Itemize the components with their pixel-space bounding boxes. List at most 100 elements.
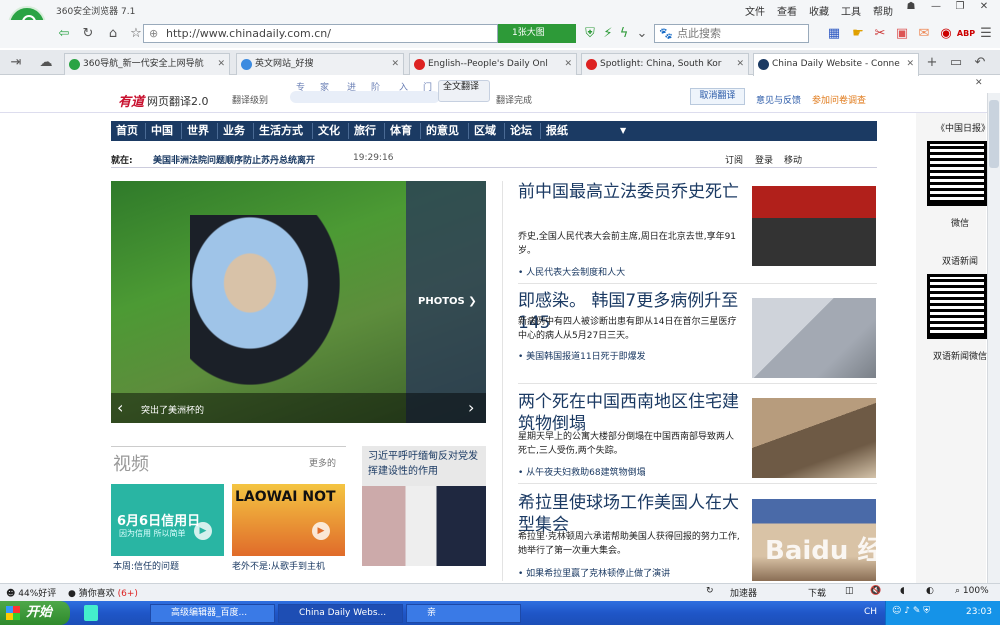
sidebar-toggle-icon[interactable]: ⇥: [6, 54, 26, 72]
mail-icon[interactable]: ✉: [914, 25, 934, 43]
dropdown-chevron-icon[interactable]: ⌄: [632, 25, 652, 43]
minimize-button[interactable]: —: [928, 1, 944, 16]
image-badge-button[interactable]: 1张大图: [498, 24, 576, 43]
story1-photo[interactable]: [752, 186, 876, 266]
nav-more-chevron-icon[interactable]: ▼: [620, 121, 626, 141]
language-indicator[interactable]: CH: [864, 607, 877, 617]
address-input[interactable]: http://www.chinadaily.com.cn/: [143, 24, 498, 43]
level-option[interactable]: 阶: [371, 80, 381, 93]
new-tab-icon[interactable]: +: [922, 54, 942, 72]
history-icon[interactable]: ↻: [706, 586, 714, 596]
quicklaunch-icon[interactable]: [84, 605, 98, 621]
rating-status[interactable]: ☻ 44%好评: [6, 586, 56, 599]
apps-grid-icon[interactable]: ▦: [824, 25, 844, 43]
feedback-link[interactable]: 意见与反馈: [756, 93, 801, 106]
scissors-icon[interactable]: ✂: [870, 25, 890, 43]
menu-view[interactable]: 查看: [777, 3, 797, 18]
accelerator-status[interactable]: 加速器: [730, 586, 757, 599]
tab-haosou[interactable]: 英文网站_好搜 ✕: [236, 53, 404, 75]
skin-icon[interactable]: ☗: [903, 1, 919, 16]
security-icon[interactable]: ◉: [936, 25, 956, 43]
nav-forum[interactable]: 论坛: [510, 121, 532, 141]
story1-link[interactable]: • 人民代表大会制度和人大: [518, 265, 625, 278]
tab-360-nav[interactable]: 360导航_新一代安全上网导航 ✕: [64, 53, 230, 75]
search-input[interactable]: 点此搜索: [654, 24, 809, 43]
menu-favorites[interactable]: 收藏: [809, 3, 829, 18]
level-option[interactable]: 门: [423, 80, 433, 93]
camera-icon[interactable]: ◫: [845, 586, 854, 596]
audio-icon[interactable]: ◖: [900, 586, 905, 596]
story3-photo[interactable]: [752, 398, 876, 478]
menu-help[interactable]: 帮助: [873, 3, 893, 18]
feature-title[interactable]: 习近平呼吁缅甸反对党发挥建设性的作用: [368, 449, 484, 479]
tab-list-icon[interactable]: ▭: [946, 54, 966, 72]
tray-icons[interactable]: ☺ ♪ ✎ ⛨: [892, 606, 930, 616]
tab-china-daily[interactable]: China Daily Website - Conne ✕: [753, 53, 919, 76]
tab-close-icon[interactable]: ✕: [736, 54, 744, 74]
video1-caption[interactable]: 本周:信任的问题: [113, 559, 179, 572]
refresh-icon[interactable]: ↻: [78, 25, 98, 43]
mute-icon[interactable]: 🔇: [870, 586, 881, 596]
menu-file[interactable]: 文件: [745, 3, 765, 18]
close-button[interactable]: ✕: [976, 1, 992, 16]
level-option[interactable]: 家: [320, 80, 330, 93]
hero-prev-icon[interactable]: ‹: [117, 398, 123, 417]
task-editor[interactable]: 高级编辑器_百度...: [150, 604, 275, 623]
video-more-link[interactable]: 更多的: [309, 456, 336, 469]
menu-list-icon[interactable]: ☰: [976, 25, 996, 43]
feature-photo[interactable]: [362, 486, 486, 566]
nav-home[interactable]: 首页: [116, 121, 138, 141]
subscribe-link[interactable]: 订阅: [725, 153, 743, 166]
gift-icon[interactable]: ▣: [892, 25, 912, 43]
cloud-icon[interactable]: ☁: [36, 54, 56, 72]
back-icon[interactable]: ⇦: [54, 25, 74, 43]
adblock-icon[interactable]: ABP: [956, 25, 976, 43]
play-icon[interactable]: ▶: [312, 522, 330, 540]
nav-sports[interactable]: 体育: [390, 121, 412, 141]
scrollbar-thumb[interactable]: [989, 100, 999, 168]
tab-close-icon[interactable]: ✕: [391, 54, 399, 74]
story4-link[interactable]: • 如果希拉里赢了克林顿停止做了演讲: [518, 566, 670, 579]
undo-close-icon[interactable]: ↶: [970, 54, 990, 72]
nav-opinion[interactable]: 的意见: [426, 121, 459, 141]
tab-close-icon[interactable]: ✕: [564, 54, 572, 74]
level-option[interactable]: 入: [399, 80, 409, 93]
hand-icon[interactable]: ☛: [848, 25, 868, 43]
volume-icon[interactable]: ◐: [926, 586, 934, 596]
tab-close-icon[interactable]: ✕: [217, 54, 225, 74]
nav-business[interactable]: 业务: [223, 121, 245, 141]
bilingual-qr-code[interactable]: [927, 274, 987, 339]
close-translate-icon[interactable]: ✕: [975, 78, 983, 88]
ticker-headline[interactable]: 美国非洲法院问题顺序防止苏丹总统离开: [153, 153, 315, 166]
download-status[interactable]: 下载: [808, 586, 826, 599]
level-option[interactable]: 专: [296, 80, 306, 93]
story1-title[interactable]: 前中国最高立法委员乔史死亡: [518, 181, 740, 203]
nav-world[interactable]: 世界: [187, 121, 209, 141]
cancel-translate-button[interactable]: 取消翻译: [690, 88, 745, 105]
nav-culture[interactable]: 文化: [318, 121, 340, 141]
nav-china[interactable]: 中国: [151, 121, 173, 141]
translate-level-slider[interactable]: [290, 91, 440, 103]
story2-photo[interactable]: [752, 298, 876, 378]
video2-caption[interactable]: 老外不是:从歌手到主机: [232, 559, 325, 572]
nav-newspaper[interactable]: 报纸: [546, 121, 568, 141]
menu-tools[interactable]: 工具: [841, 3, 861, 18]
full-translate-knob[interactable]: 全文翻译: [438, 80, 490, 102]
play-icon[interactable]: ▶: [194, 522, 212, 540]
zoom-status[interactable]: ⌕ 100%: [955, 586, 989, 596]
nav-travel[interactable]: 旅行: [354, 121, 376, 141]
story3-title[interactable]: 两个死在中国西南地区住宅建筑物倒塌: [518, 391, 740, 435]
survey-link[interactable]: 参加问卷调查: [812, 93, 866, 106]
tab-spotlight[interactable]: Spotlight: China, South Kor ✕: [581, 53, 749, 75]
wechat-qr-code[interactable]: [927, 141, 987, 206]
tab-close-icon[interactable]: ✕: [906, 54, 914, 74]
level-option[interactable]: 进: [347, 80, 357, 93]
task-china-daily[interactable]: China Daily Webs...: [278, 604, 403, 623]
tab-peoples-daily[interactable]: English--People's Daily Onl ✕: [409, 53, 577, 75]
mobile-link[interactable]: 移动: [784, 153, 802, 166]
maximize-button[interactable]: ❐: [952, 1, 968, 16]
story3-link[interactable]: • 从午夜夫妇救助68建筑物倒塌: [518, 465, 646, 478]
nav-lifestyle[interactable]: 生活方式: [259, 121, 303, 141]
hero-next-icon[interactable]: ›: [468, 398, 474, 417]
login-link[interactable]: 登录: [755, 153, 773, 166]
